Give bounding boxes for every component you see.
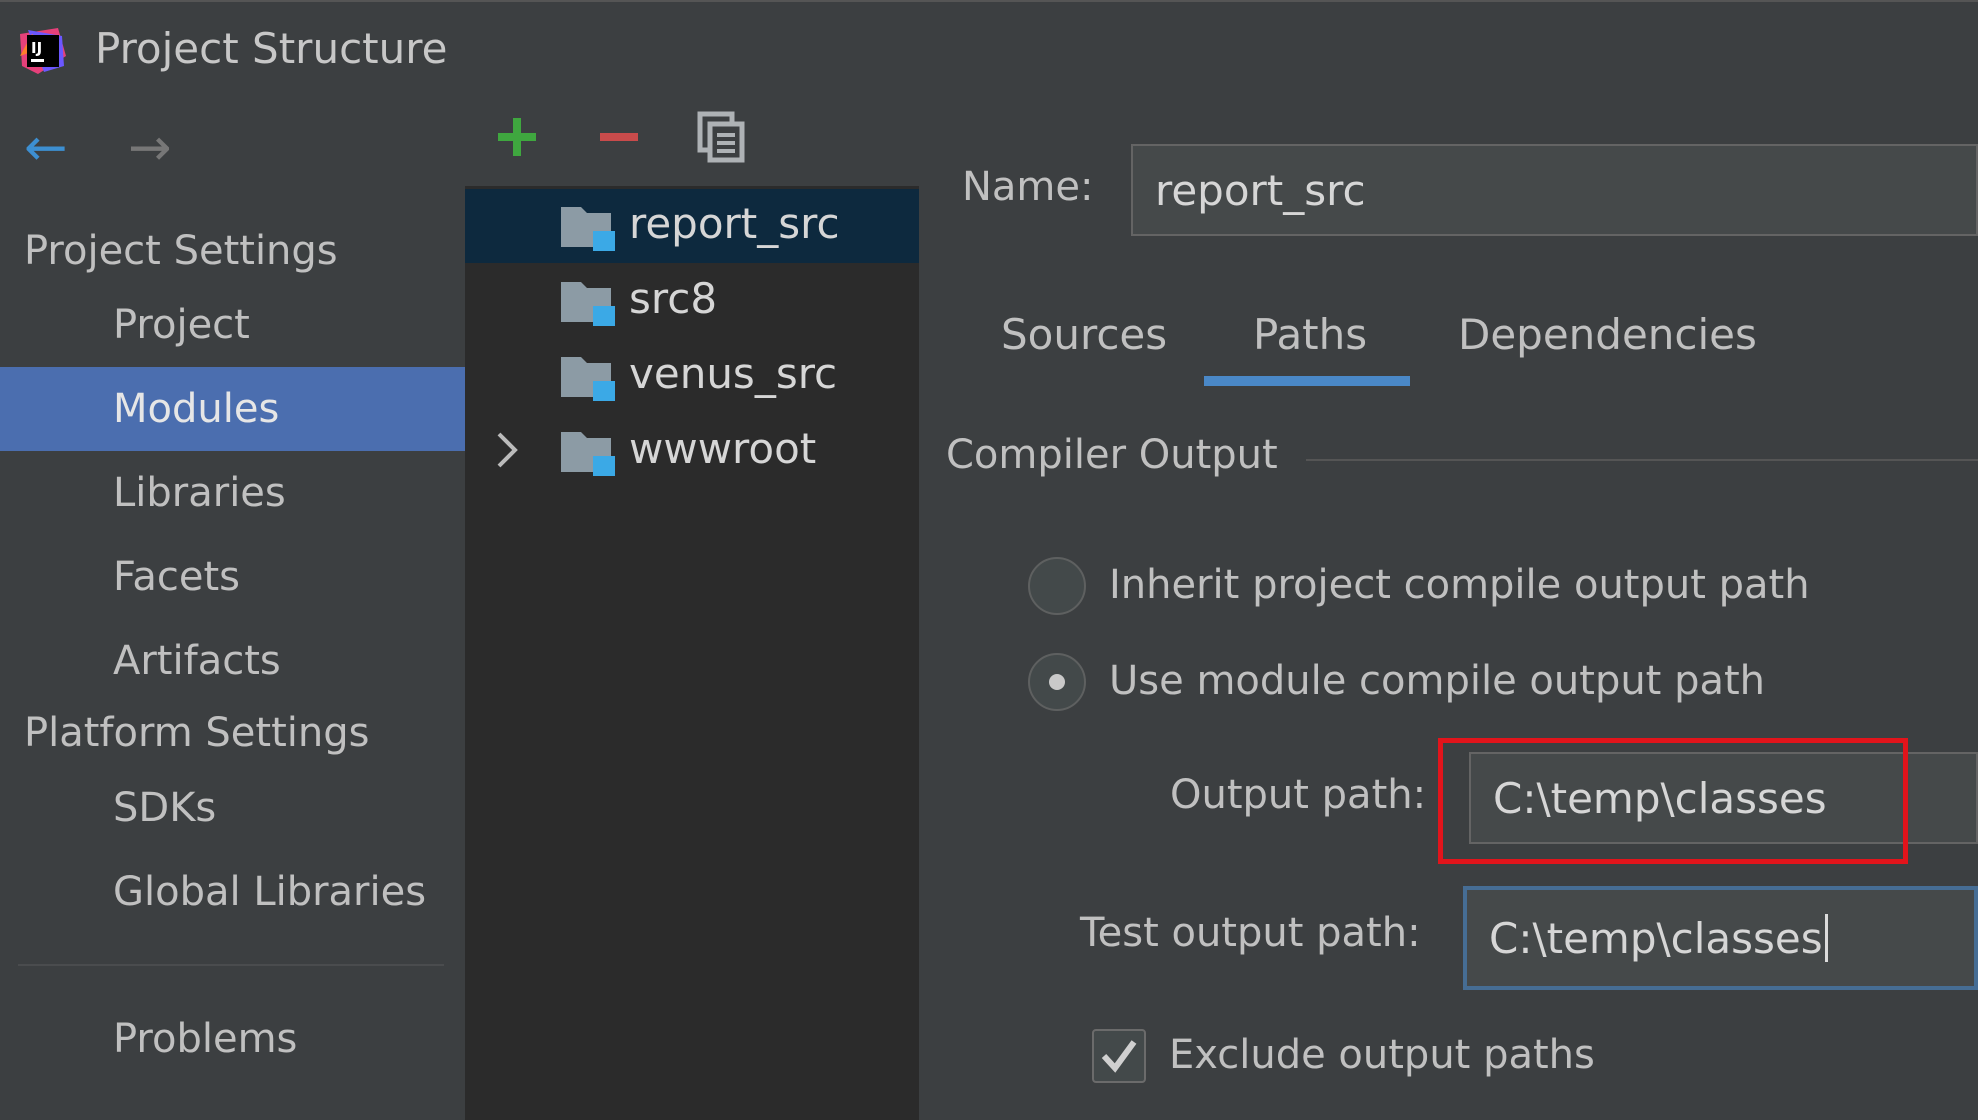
- active-tab-indicator: [1204, 376, 1410, 386]
- inherit-output-label[interactable]: Inherit project compile output path: [1109, 562, 1810, 608]
- module-item-report-src[interactable]: report_src: [465, 189, 919, 263]
- svg-text:IJ: IJ: [31, 39, 42, 57]
- highlight-box: [1438, 738, 1908, 864]
- nav-item-artifacts[interactable]: Artifacts: [0, 619, 465, 703]
- use-module-output-radio[interactable]: [1028, 653, 1086, 711]
- window-title: Project Structure: [95, 24, 448, 73]
- name-label: Name:: [962, 164, 1094, 210]
- intellij-logo-icon: IJ: [20, 28, 66, 74]
- text-caret: [1824, 914, 1828, 962]
- test-output-path-value: C:\temp\classes: [1489, 913, 1823, 963]
- add-module-button[interactable]: [490, 110, 544, 164]
- exclude-output-checkbox[interactable]: [1092, 1029, 1146, 1083]
- forward-arrow-icon[interactable]: →: [128, 122, 172, 174]
- module-folder-icon: [561, 432, 615, 476]
- use-module-output-label[interactable]: Use module compile output path: [1109, 658, 1765, 704]
- module-folder-icon: [561, 207, 615, 251]
- nav-item-modules[interactable]: Modules: [0, 367, 465, 451]
- group-divider: [1306, 459, 1978, 461]
- nav-item-project[interactable]: Project: [0, 283, 465, 367]
- module-name: report_src: [629, 199, 840, 248]
- back-arrow-icon[interactable]: ←: [24, 122, 68, 174]
- remove-module-button[interactable]: [592, 110, 646, 164]
- copy-module-button[interactable]: [694, 110, 748, 164]
- exclude-output-label[interactable]: Exclude output paths: [1169, 1032, 1595, 1078]
- chevron-right-icon[interactable]: [491, 428, 521, 472]
- module-folder-icon: [561, 357, 615, 401]
- name-field[interactable]: report_src: [1131, 144, 1978, 236]
- radio-selected-dot: [1049, 674, 1065, 690]
- title-bar: IJ Project Structure: [0, 0, 1978, 96]
- tab-dependencies[interactable]: Dependencies: [1458, 310, 1757, 359]
- test-output-path-label: Test output path:: [1080, 910, 1421, 956]
- nav-item-global-libraries[interactable]: Global Libraries: [0, 850, 465, 934]
- module-item-venus-src[interactable]: venus_src: [465, 339, 919, 413]
- module-name: venus_src: [629, 349, 838, 398]
- module-folder-icon: [561, 282, 615, 326]
- module-name: src8: [629, 274, 718, 323]
- name-field-value: report_src: [1155, 165, 1366, 215]
- tab-paths[interactable]: Paths: [1253, 310, 1367, 359]
- module-name: wwwroot: [629, 424, 817, 473]
- tab-sources[interactable]: Sources: [1001, 310, 1167, 359]
- nav-item-libraries[interactable]: Libraries: [0, 451, 465, 535]
- nav-item-problems[interactable]: Problems: [0, 997, 465, 1081]
- compiler-output-header: Compiler Output: [946, 432, 1278, 478]
- platform-settings-header: Platform Settings: [24, 710, 370, 756]
- nav-item-facets[interactable]: Facets: [0, 535, 465, 619]
- checkmark-icon: [1101, 1040, 1137, 1073]
- test-output-path-field[interactable]: C:\temp\classes: [1463, 886, 1978, 990]
- output-path-label: Output path:: [1170, 772, 1427, 818]
- project-settings-header: Project Settings: [24, 228, 338, 274]
- inherit-output-radio[interactable]: [1028, 557, 1086, 615]
- module-item-src8[interactable]: src8: [465, 264, 919, 338]
- nav-separator: [18, 964, 444, 966]
- nav-item-sdks[interactable]: SDKs: [0, 766, 465, 850]
- module-item-wwwroot[interactable]: wwwroot: [465, 414, 919, 488]
